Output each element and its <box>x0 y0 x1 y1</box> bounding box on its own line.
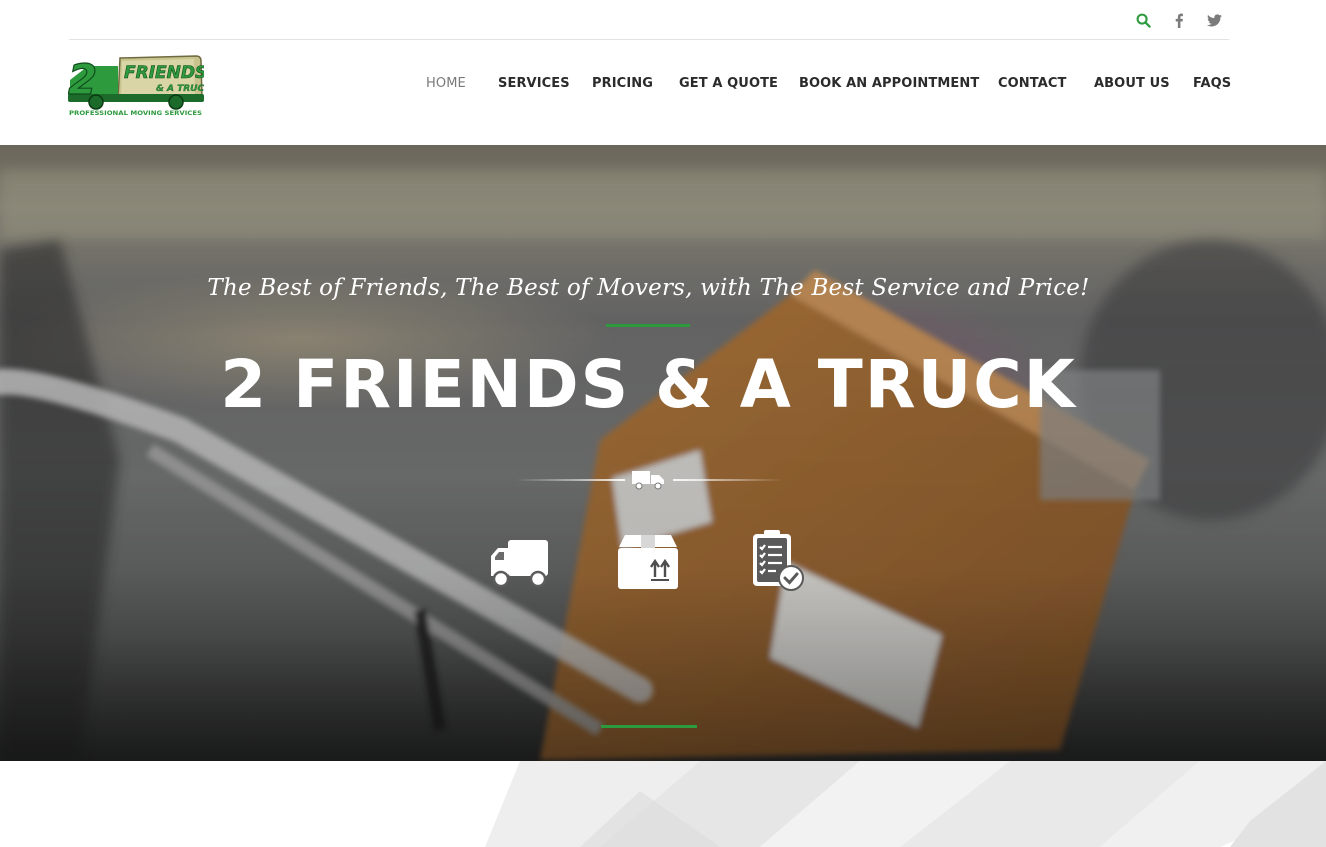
box-icon[interactable] <box>615 533 681 591</box>
hero-banner: The Best of Friends, The Best of Movers,… <box>0 130 1326 761</box>
header-curve-right <box>1266 130 1326 145</box>
hero-headline: 2 FRIENDS & A TRUCK <box>220 346 1077 423</box>
divider-line-right <box>673 479 783 481</box>
nav-contact[interactable]: CONTACT <box>998 76 1067 91</box>
nav-home[interactable]: HOME <box>426 76 466 91</box>
main-nav: HOME SERVICES PRICING GET A QUOTE BOOK A… <box>0 76 1326 96</box>
svg-text:PROFESSIONAL MOVING SERVICES: PROFESSIONAL MOVING SERVICES <box>69 110 202 117</box>
truck-icon[interactable] <box>488 536 552 590</box>
site-header: 2 FRIENDS & A TRUCK PROFESSIONAL MOVING … <box>0 0 1326 145</box>
hero-tagline: The Best of Friends, The Best of Movers,… <box>207 275 1090 301</box>
search-icon[interactable] <box>1134 11 1152 29</box>
nav-faqs[interactable]: FAQS <box>1193 76 1231 91</box>
twitter-icon[interactable] <box>1205 11 1223 29</box>
accent-line-bottom <box>601 725 697 728</box>
nav-book-an-appointment[interactable]: BOOK AN APPOINTMENT <box>799 76 979 91</box>
content-section-background <box>0 761 1326 847</box>
clipboard-check-icon[interactable] <box>750 528 806 594</box>
nav-services[interactable]: SERVICES <box>498 76 570 91</box>
nav-get-a-quote[interactable]: GET A QUOTE <box>679 76 778 91</box>
divider-line-left <box>515 479 625 481</box>
geometric-pattern <box>485 761 1326 847</box>
facebook-icon[interactable] <box>1170 11 1188 29</box>
truck-divider-icon <box>630 467 666 491</box>
hero-shade <box>0 130 1326 761</box>
accent-line-top <box>606 324 690 327</box>
header-curve-left <box>0 130 60 145</box>
top-bar <box>69 0 1229 40</box>
nav-pricing[interactable]: PRICING <box>592 76 653 91</box>
nav-about-us[interactable]: ABOUT US <box>1094 76 1170 91</box>
